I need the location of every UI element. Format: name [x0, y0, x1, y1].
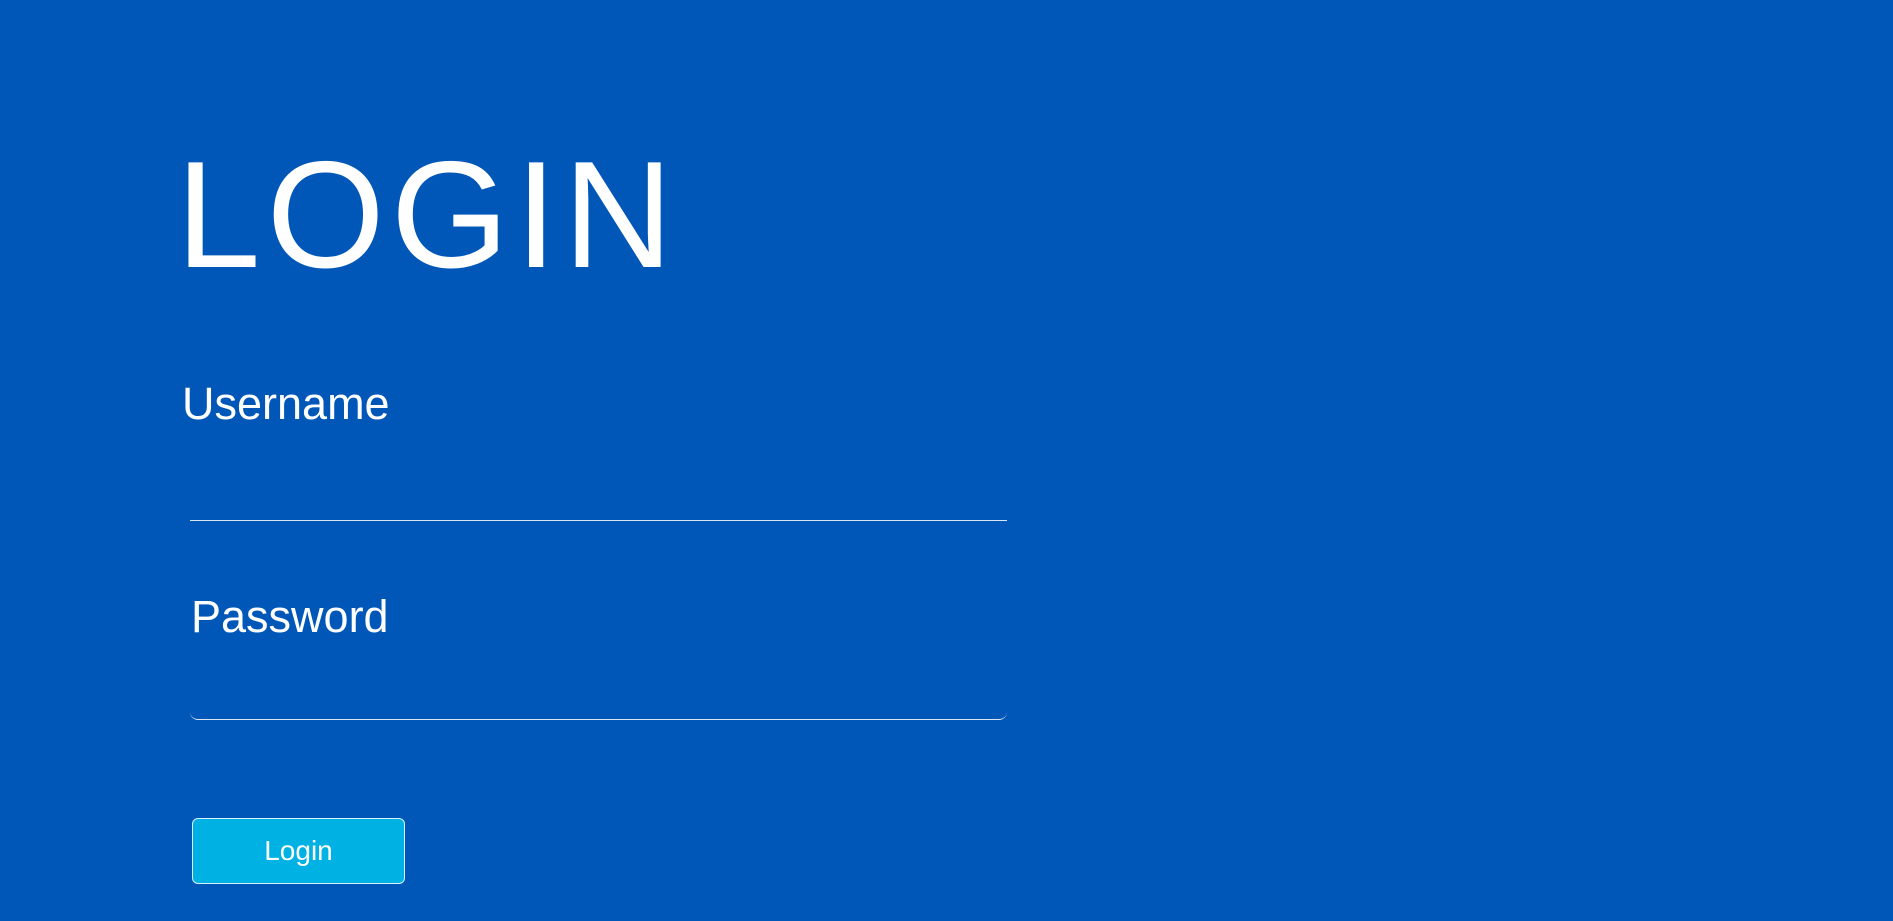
- page-title: LOGIN: [176, 130, 679, 300]
- password-label: Password: [191, 591, 389, 642]
- password-field[interactable]: [190, 665, 1007, 720]
- username-label: Username: [182, 378, 390, 429]
- login-button[interactable]: Login: [192, 818, 405, 884]
- username-field[interactable]: [190, 467, 1007, 521]
